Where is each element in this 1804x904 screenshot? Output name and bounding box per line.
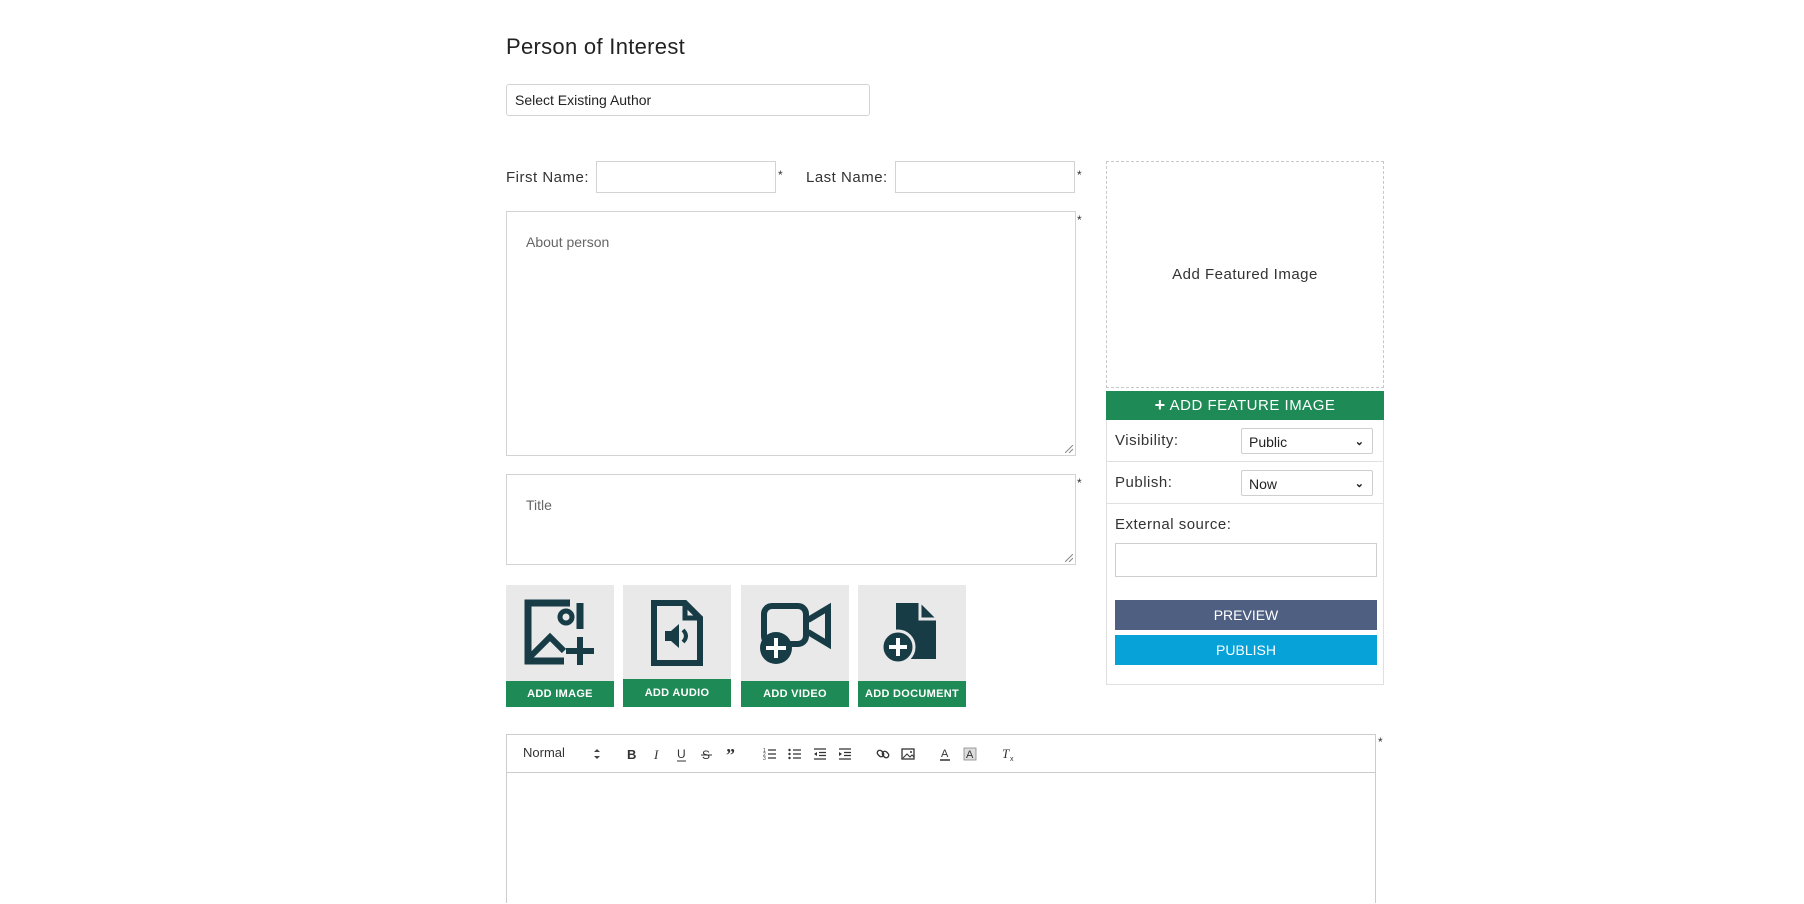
title-required-mark: * xyxy=(1077,476,1082,490)
page-title: Person of Interest xyxy=(506,34,686,59)
first-name-label: First Name: xyxy=(506,169,590,186)
plus-icon: + xyxy=(1154,395,1166,415)
add-document-icon xyxy=(882,603,936,665)
external-source-label: External source: xyxy=(1115,516,1232,533)
first-name-required-mark: * xyxy=(778,168,783,182)
visibility-select[interactable]: Public ⌄ xyxy=(1241,428,1373,454)
about-person-placeholder: About person xyxy=(526,234,610,250)
format-dropdown-icon[interactable] xyxy=(589,746,605,762)
svg-text:3: 3 xyxy=(763,756,766,762)
about-person-textarea[interactable]: About person xyxy=(506,211,1076,456)
image-icon[interactable] xyxy=(900,746,916,762)
publish-panel: Visibility: Public ⌄ Publish: Now ⌄ Exte… xyxy=(1106,420,1384,685)
add-audio-button[interactable]: ADD AUDIO xyxy=(623,585,731,707)
background-color-icon[interactable]: A xyxy=(962,746,978,762)
editor-content-area[interactable] xyxy=(507,774,1375,904)
publish-button[interactable]: PUBLISH xyxy=(1115,635,1377,665)
visibility-value: Public xyxy=(1249,434,1288,450)
format-value: Normal xyxy=(523,745,565,760)
editor-toolbar: Normal B I U S ” 123 A A Tx xyxy=(507,735,1375,773)
bullet-list-icon[interactable] xyxy=(787,746,803,762)
select-existing-author[interactable]: Select Existing Author xyxy=(506,84,870,116)
format-select[interactable]: Normal xyxy=(523,745,565,760)
title-textarea[interactable]: Title xyxy=(506,474,1076,565)
svg-text:U: U xyxy=(677,747,686,761)
visibility-row: Visibility: Public ⌄ xyxy=(1107,420,1383,462)
visibility-label: Visibility: xyxy=(1115,432,1179,449)
underline-icon[interactable]: U xyxy=(674,746,690,762)
add-video-icon xyxy=(760,602,831,664)
add-image-label: ADD IMAGE xyxy=(506,681,614,707)
strike-icon[interactable]: S xyxy=(699,746,715,762)
bold-icon[interactable]: B xyxy=(623,746,639,762)
external-source-input[interactable] xyxy=(1115,543,1377,577)
about-required-mark: * xyxy=(1077,213,1082,227)
svg-text:”: ” xyxy=(726,746,735,762)
title-placeholder: Title xyxy=(526,497,552,513)
editor-required-mark: * xyxy=(1378,735,1383,749)
add-document-label: ADD DOCUMENT xyxy=(858,681,966,707)
chevron-down-icon: ⌄ xyxy=(1354,436,1364,448)
featured-image-dropzone[interactable]: Add Featured Image xyxy=(1106,161,1384,388)
clear-format-icon[interactable]: Tx xyxy=(1000,746,1016,762)
add-document-button[interactable]: ADD DOCUMENT xyxy=(858,585,966,707)
indent-icon[interactable] xyxy=(837,746,853,762)
add-feature-image-button[interactable]: + ADD FEATURE IMAGE xyxy=(1106,391,1384,420)
svg-text:B: B xyxy=(627,747,636,762)
add-video-button[interactable]: ADD VIDEO xyxy=(741,585,849,707)
svg-text:A: A xyxy=(941,748,949,760)
link-icon[interactable] xyxy=(875,746,891,762)
add-video-label: ADD VIDEO xyxy=(741,681,849,707)
italic-icon[interactable]: I xyxy=(649,746,665,762)
last-name-label: Last Name: xyxy=(806,169,888,186)
add-image-icon xyxy=(524,599,594,665)
preview-button[interactable]: PREVIEW xyxy=(1115,600,1377,630)
outdent-icon[interactable] xyxy=(812,746,828,762)
add-audio-icon xyxy=(651,600,703,666)
publish-label: Publish: xyxy=(1115,474,1173,491)
first-name-input[interactable] xyxy=(596,161,776,193)
add-image-button[interactable]: ADD IMAGE xyxy=(506,585,614,707)
svg-text:A: A xyxy=(966,749,974,761)
publish-select[interactable]: Now ⌄ xyxy=(1241,470,1373,496)
svg-text:x: x xyxy=(1010,756,1014,762)
chevron-down-icon: ⌄ xyxy=(1354,478,1364,490)
ordered-list-icon[interactable]: 123 xyxy=(762,746,778,762)
add-feature-image-label: ADD FEATURE IMAGE xyxy=(1169,397,1336,414)
publish-value: Now xyxy=(1249,476,1278,492)
featured-image-placeholder: Add Featured Image xyxy=(1172,266,1318,283)
quote-icon[interactable]: ” xyxy=(724,746,740,762)
rich-text-editor: Normal B I U S ” 123 A A Tx xyxy=(506,734,1376,903)
font-color-icon[interactable]: A xyxy=(937,746,953,762)
last-name-required-mark: * xyxy=(1077,168,1082,182)
publish-row: Publish: Now ⌄ xyxy=(1107,462,1383,504)
resize-handle-icon[interactable] xyxy=(1065,554,1073,562)
resize-handle-icon[interactable] xyxy=(1065,445,1073,453)
svg-text:I: I xyxy=(653,747,659,762)
svg-text:T: T xyxy=(1002,746,1010,761)
add-audio-label: ADD AUDIO xyxy=(623,679,731,707)
last-name-input[interactable] xyxy=(895,161,1075,193)
